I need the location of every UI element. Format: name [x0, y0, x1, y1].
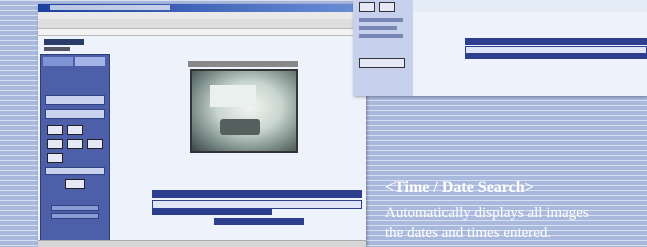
caption-line: Automatically displays all images [385, 205, 589, 221]
panel-button [67, 139, 83, 149]
camera-image [190, 69, 298, 153]
panel-button [65, 179, 85, 189]
logo-subtext [44, 47, 70, 51]
panel-button [47, 125, 63, 135]
menu-bar [38, 12, 366, 19]
search-field [45, 95, 105, 105]
camera-controls [188, 61, 298, 67]
caption-body: Automatically displays all images the da… [385, 203, 647, 243]
status-bar [38, 240, 366, 247]
results-table-header [152, 190, 362, 198]
panel-tab [43, 57, 73, 66]
results-table-footer [214, 218, 304, 225]
search-field [45, 109, 105, 119]
caption-line: the dates and times entered. [385, 225, 552, 241]
panel-text [51, 213, 99, 219]
main-screenshot [38, 4, 366, 247]
browser-toolbar [38, 19, 366, 29]
window-titlebar [38, 4, 366, 12]
panel-button [47, 139, 63, 149]
control-panel [40, 54, 110, 246]
panel-tab [75, 57, 105, 66]
control-panel [353, 0, 413, 96]
search-results-screenshot [353, 0, 647, 96]
address-bar [38, 29, 366, 36]
results-table-row [152, 209, 272, 215]
panel-button [67, 125, 83, 135]
panel-row [45, 167, 105, 175]
results-table-row [465, 54, 647, 59]
results-table-header [465, 38, 647, 45]
logo [44, 39, 84, 45]
panel-text [51, 205, 99, 211]
results-table-row [152, 200, 362, 209]
caption-title: <Time / Date Search> [385, 179, 534, 196]
panel-button [87, 139, 103, 149]
panel-button [47, 153, 63, 163]
results-table-row [465, 46, 647, 54]
